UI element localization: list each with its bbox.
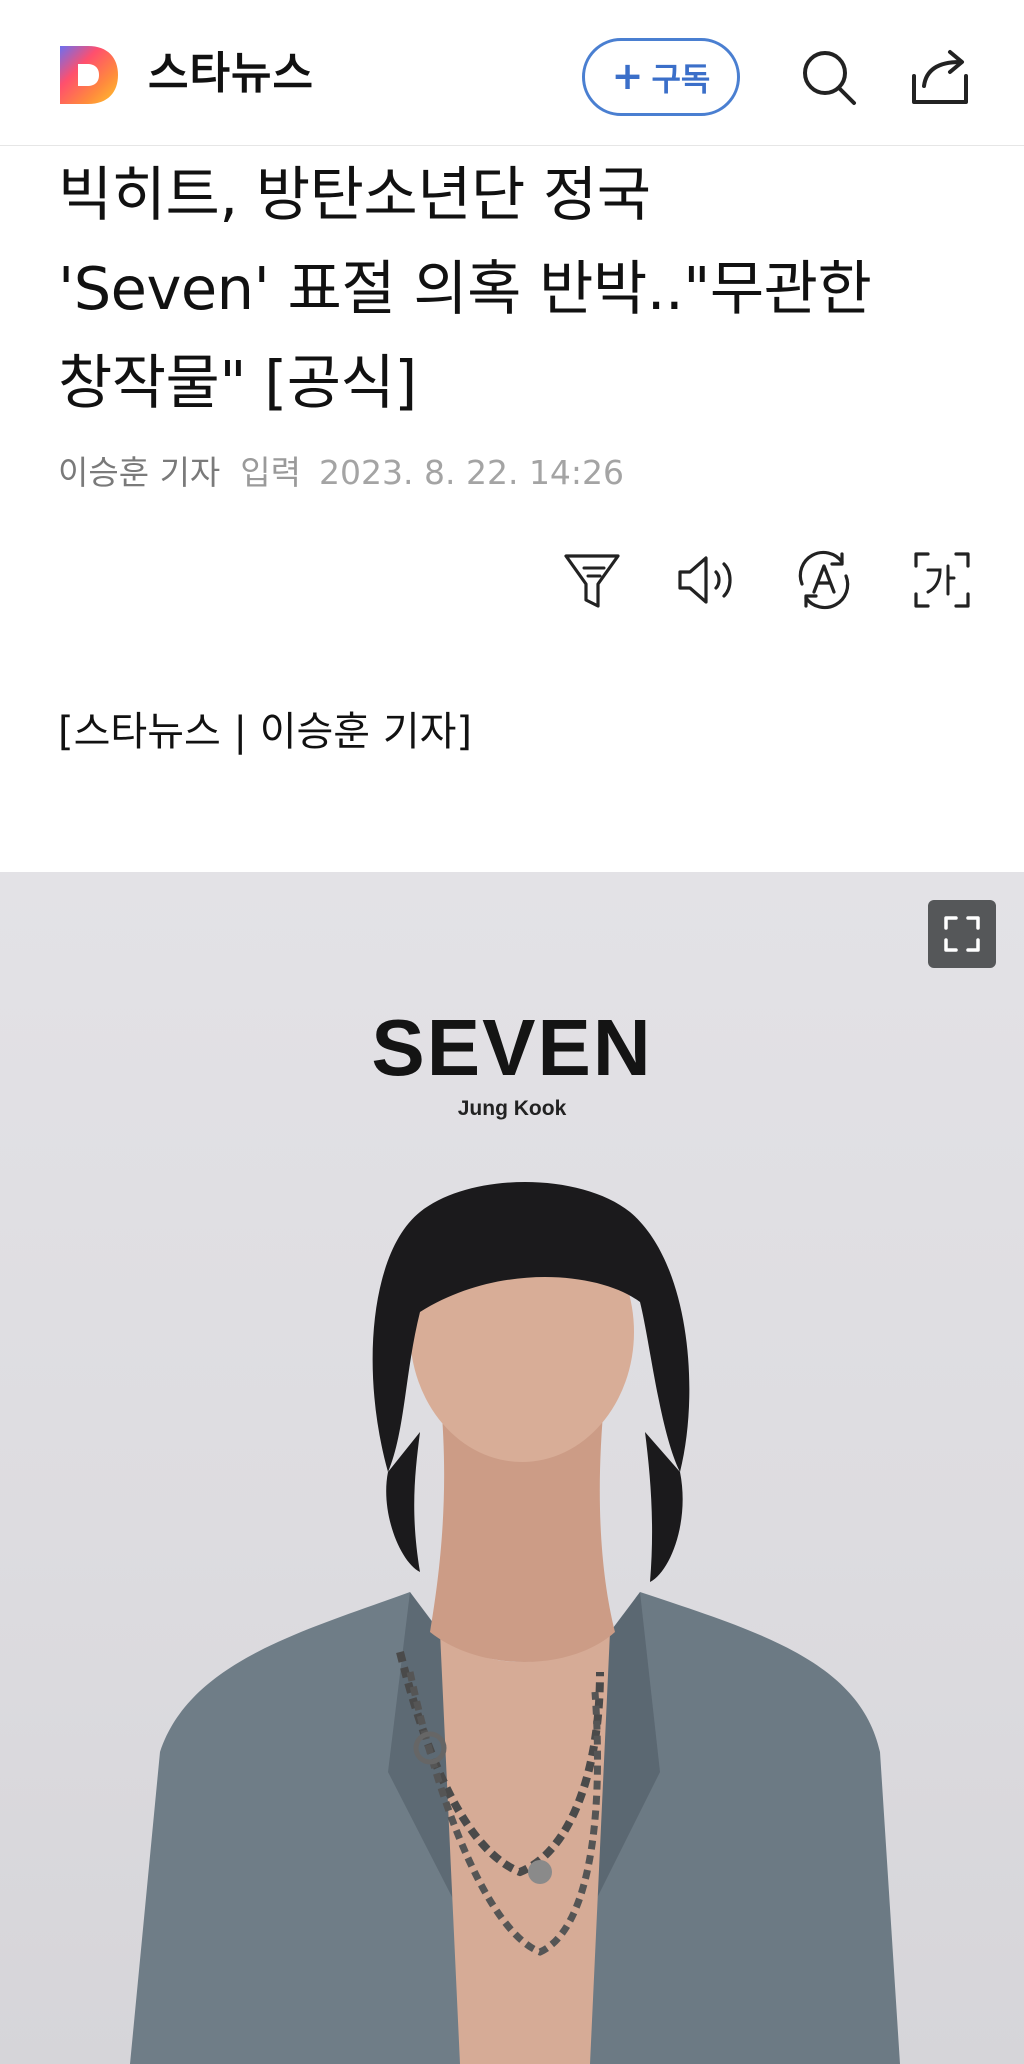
byline: 이승훈 기자 입력 2023. 8. 22. 14:26 xyxy=(58,448,624,498)
published-time: 2023. 8. 22. 14:26 xyxy=(319,453,625,492)
plus-icon: + xyxy=(611,53,644,98)
reporter-name[interactable]: 이승훈 기자 xyxy=(58,453,220,492)
top-bar: 스타뉴스 + 구독 xyxy=(0,0,1024,146)
subscribe-label: 구독 xyxy=(651,60,711,98)
share-icon[interactable] xyxy=(908,46,970,108)
translate-icon[interactable] xyxy=(792,548,856,612)
search-icon[interactable] xyxy=(798,46,860,108)
album-artist: Jung Kook xyxy=(457,1097,567,1120)
title-line: 빅히트, 방탄소년단 정국 xyxy=(58,160,651,229)
title-line: 창작물" [공식] xyxy=(58,348,417,417)
photo-credit: [스타뉴스 | 이승훈 기자] xyxy=(58,709,473,755)
title-line: 'Seven' 표절 의혹 반박.."무관한 xyxy=(58,254,872,323)
read-aloud-icon[interactable] xyxy=(674,548,738,612)
expand-icon xyxy=(944,916,980,952)
article-title: 빅히트, 방탄소년단 정국 'Seven' 표절 의혹 반박.."무관한 창작물… xyxy=(58,148,978,430)
daum-logo-icon[interactable] xyxy=(56,42,122,108)
brand-name[interactable]: 스타뉴스 xyxy=(148,44,314,104)
summary-icon[interactable] xyxy=(560,548,624,612)
article-photo[interactable]: SEVEN Jung Kook xyxy=(0,872,1024,2064)
published-label: 입력 xyxy=(240,453,302,492)
expand-button[interactable] xyxy=(928,900,996,968)
album-title: SEVEN xyxy=(371,1003,653,1092)
font-size-icon[interactable] xyxy=(910,548,974,612)
subscribe-button[interactable]: + 구독 xyxy=(582,38,740,116)
